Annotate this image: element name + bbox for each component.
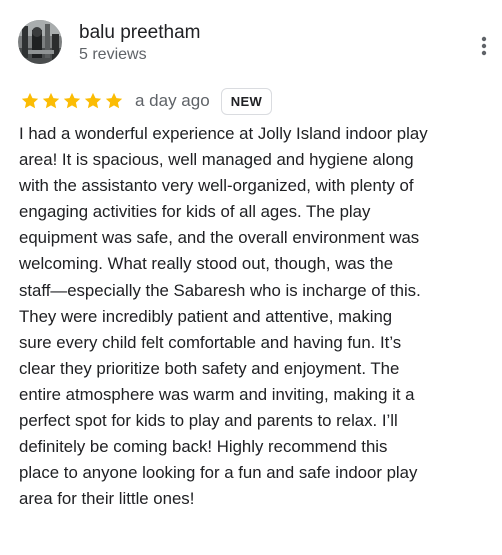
review-text-line: place to anyone looking for a fun and sa… xyxy=(19,463,418,483)
more-vert-icon xyxy=(481,36,487,56)
review-text-line: They were incredibly patient and attenti… xyxy=(19,306,393,326)
review-text-line: welcoming. What really stood out, though… xyxy=(19,254,394,274)
review-text: I had a wonderful experience at Jolly Is… xyxy=(19,121,499,512)
review-text-line: entire atmosphere was warm and inviting,… xyxy=(19,384,415,404)
review-text-line: with the assistanto very well-organized,… xyxy=(19,176,414,196)
star-icon xyxy=(42,92,60,109)
rating-row: a day ago NEW xyxy=(20,87,273,115)
review-text-line: perfect spot for kids to play and parent… xyxy=(19,411,398,431)
review-text-line: sure every child felt comfortable and ha… xyxy=(19,332,402,352)
review-text-line: area! It is spacious, well managed and h… xyxy=(19,150,414,170)
star-rating xyxy=(20,91,125,111)
new-badge: NEW xyxy=(220,87,273,115)
star-icon xyxy=(63,92,81,109)
avatar[interactable] xyxy=(18,20,62,64)
review-text-line: staff—especially the Sabaresh who is inc… xyxy=(19,280,421,300)
star-icon xyxy=(21,92,39,109)
review-text-line: engaging activities for kids of all ages… xyxy=(19,202,371,222)
review-text-line: area for their little ones! xyxy=(19,489,195,509)
author-name[interactable]: balu preetham xyxy=(79,21,200,45)
review-text-line: clear they prioritize both safety and en… xyxy=(19,358,400,378)
review-date: a day ago xyxy=(135,91,210,110)
review-card: balu preetham 5 reviews a day ago NEW I … xyxy=(0,0,502,555)
star-icon xyxy=(105,92,123,109)
review-text-line: I had a wonderful experience at Jolly Is… xyxy=(19,124,428,143)
more-options-button[interactable] xyxy=(470,30,498,62)
author-review-count: 5 reviews xyxy=(79,46,147,63)
review-text-line: definitely be coming back! Highly recomm… xyxy=(19,437,388,457)
review-text-line: equipment was safe, and the overall envi… xyxy=(19,228,420,248)
star-icon xyxy=(84,92,102,109)
